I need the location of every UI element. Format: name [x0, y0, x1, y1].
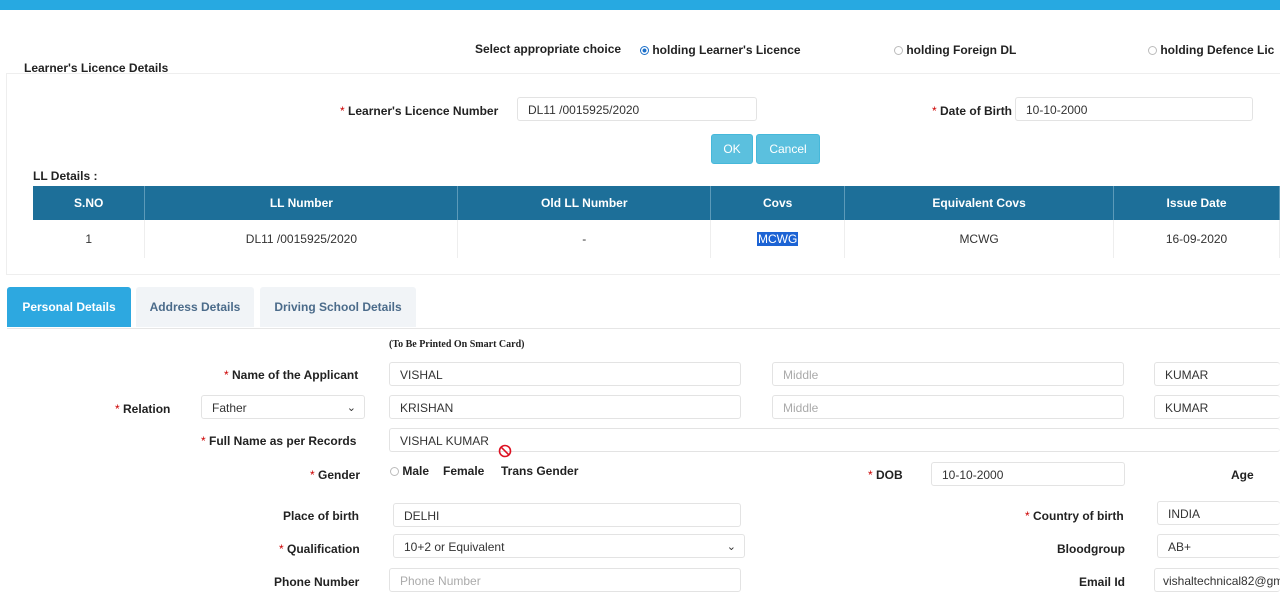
relation-middle-name-input[interactable]: Middle [772, 395, 1124, 419]
col-header: Equivalent Covs [844, 186, 1115, 220]
full-name-input[interactable]: VISHAL KUMAR [389, 428, 1280, 452]
col-header: Issue Date [1113, 186, 1280, 220]
country-of-birth-input[interactable]: INDIA [1157, 501, 1280, 525]
gender-label: Gender [310, 468, 360, 482]
covs-selected-text: MCWG [757, 232, 799, 246]
relation-select[interactable]: Father ⌄ [201, 395, 365, 419]
age-label: Age [1231, 468, 1254, 482]
relation-last-name-input[interactable]: KUMAR [1154, 395, 1280, 419]
bloodgroup-select[interactable]: AB+ [1157, 534, 1280, 558]
dob-label: DOB [868, 468, 903, 482]
not-allowed-cursor-icon [498, 444, 512, 461]
radio-learners-licence[interactable]: holding Learner's Licence [640, 43, 801, 57]
dob-input[interactable]: 10-10-2000 [931, 462, 1125, 486]
table-cell: MCWG [710, 220, 846, 258]
table-header-row: S.NO LL Number Old LL Number Covs Equiva… [33, 186, 1280, 220]
applicant-first-name-input[interactable]: VISHAL [389, 362, 741, 386]
col-header: Old LL Number [457, 186, 712, 220]
table-cell: - [457, 220, 712, 258]
country-of-birth-label: Country of birth [1025, 509, 1124, 523]
col-header: Covs [710, 186, 846, 220]
phone-number-label: Phone Number [274, 575, 360, 589]
gender-female-radio[interactable]: Female [443, 464, 484, 478]
ll-details-title: LL Details : [33, 169, 98, 183]
choice-label: Select appropriate choice [475, 42, 622, 56]
ll-number-input[interactable]: DL11 /0015925/2020 [517, 97, 757, 121]
ok-button[interactable]: OK [711, 134, 753, 164]
tab-divider [7, 328, 1280, 329]
ll-dob-input[interactable]: 10-10-2000 [1015, 97, 1253, 121]
radio-unselected-icon[interactable] [390, 467, 399, 477]
cancel-button[interactable]: Cancel [756, 134, 820, 164]
radio-unselected-icon[interactable] [1148, 46, 1157, 56]
relation-value: Father [212, 401, 247, 415]
phone-number-input[interactable]: Phone Number [389, 568, 741, 592]
qualification-value: 10+2 or Equivalent [404, 540, 505, 554]
qualification-select[interactable]: 10+2 or Equivalent ⌄ [393, 534, 745, 558]
chevron-down-icon: ⌄ [726, 541, 736, 553]
ll-number-label: Learner's Licence Number [340, 104, 498, 118]
smart-card-note: (To Be Printed On Smart Card) [389, 339, 525, 350]
table-cell: 16-09-2020 [1113, 220, 1280, 258]
full-name-label: Full Name as per Records [201, 434, 356, 448]
gender-male-radio[interactable]: Male [390, 464, 429, 478]
applicant-name-label: Name of the Applicant [224, 368, 358, 382]
bloodgroup-label: Bloodgroup [1057, 542, 1125, 556]
place-of-birth-input[interactable]: DELHI [393, 503, 741, 527]
radio-foreign-dl[interactable]: holding Foreign DL [894, 43, 1016, 57]
radio-selected-icon[interactable] [640, 46, 649, 56]
qualification-label: Qualification [279, 542, 360, 556]
ll-details-table: S.NO LL Number Old LL Number Covs Equiva… [33, 186, 1280, 258]
gender-trans-radio[interactable]: Trans Gender [501, 464, 578, 478]
table-row: 1 DL11 /0015925/2020 - MCWG MCWG 16-09-2… [33, 220, 1280, 258]
col-header: S.NO [33, 186, 146, 220]
table-cell: MCWG [844, 220, 1115, 258]
applicant-last-name-input[interactable]: KUMAR [1154, 362, 1280, 386]
table-cell: 1 [33, 220, 146, 258]
tab-driving-school-details[interactable]: Driving School Details [260, 287, 416, 327]
relation-label: Relation [115, 402, 170, 416]
tab-personal-details[interactable]: Personal Details [7, 287, 131, 327]
email-input[interactable]: vishaltechnical82@gm [1154, 568, 1280, 592]
radio-unselected-icon[interactable] [894, 46, 903, 56]
table-cell: DL11 /0015925/2020 [144, 220, 459, 258]
radio-defence-licence[interactable]: holding Defence Lic [1148, 43, 1274, 57]
tab-address-details[interactable]: Address Details [136, 287, 254, 327]
place-of-birth-label: Place of birth [283, 509, 360, 523]
ll-dob-label: Date of Birth [932, 104, 1012, 118]
col-header: LL Number [144, 186, 459, 220]
email-label: Email Id [1079, 575, 1126, 589]
relation-first-name-input[interactable]: KRISHAN [389, 395, 741, 419]
applicant-middle-name-input[interactable]: Middle [772, 362, 1124, 386]
top-bar [0, 0, 1280, 10]
chevron-down-icon: ⌄ [346, 402, 356, 414]
